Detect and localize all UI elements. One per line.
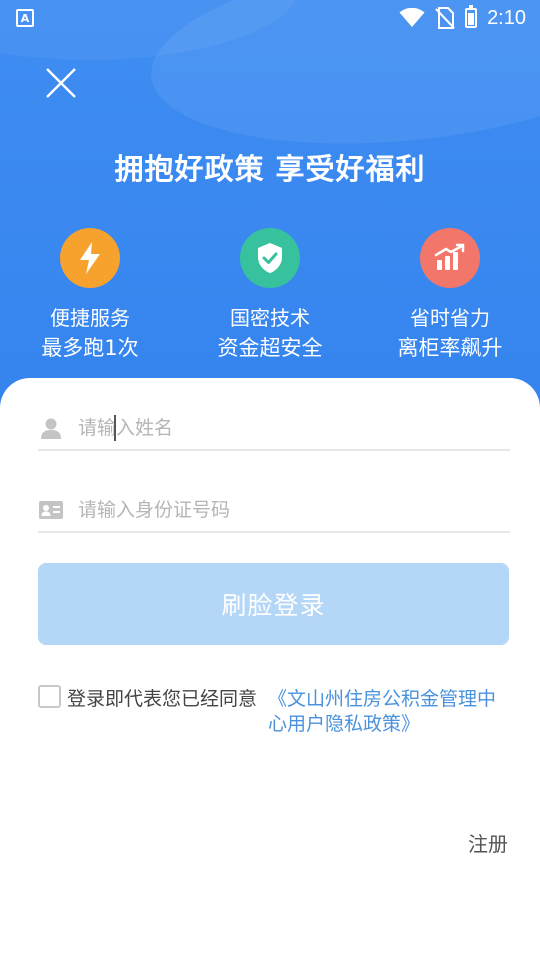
app-notification-icon: A xyxy=(16,9,34,27)
feature-icon-badge xyxy=(420,228,480,288)
id-field xyxy=(38,489,510,533)
id-card-icon xyxy=(38,497,64,523)
status-bar: A 2:10 xyxy=(0,0,540,36)
clock: 2:10 xyxy=(487,6,526,29)
name-input[interactable] xyxy=(78,417,478,439)
feature-icon-badge xyxy=(60,228,120,288)
id-number-input[interactable] xyxy=(78,499,478,521)
feature-subtitle: 最多跑1次 xyxy=(41,336,139,360)
feature-item-convenient: 便捷服务 最多跑1次 xyxy=(0,228,180,364)
battery-icon xyxy=(465,5,478,28)
face-login-button[interactable]: 刷脸登录 xyxy=(38,563,509,645)
close-icon xyxy=(46,68,76,98)
login-card: 刷脸登录 登录即代表您已经同意 《文山州住房公积金管理中 心用户隐私政策》 注册 xyxy=(0,378,540,960)
feature-icon-badge xyxy=(240,228,300,288)
hero-header: A 2:10 拥抱好政策 享受好福利 便捷服务 最多跑1次 国密技术 资金超安全… xyxy=(0,0,540,420)
feature-subtitle: 离柜率飙升 xyxy=(397,336,503,360)
close-button[interactable] xyxy=(40,62,82,104)
feature-item-efficiency: 省时省力 离柜率飙升 xyxy=(360,228,540,364)
name-field xyxy=(38,407,510,451)
text-cursor xyxy=(114,415,116,441)
privacy-policy-link-continued[interactable]: 心用户隐私政策》 xyxy=(268,709,420,736)
feature-item-security: 国密技术 资金超安全 xyxy=(180,228,360,364)
register-link[interactable]: 注册 xyxy=(468,828,508,857)
feature-title: 便捷服务 xyxy=(50,306,130,330)
no-sim-icon xyxy=(435,7,455,29)
lightning-icon xyxy=(80,242,100,274)
feature-title: 国密技术 xyxy=(230,306,310,330)
agreement-checkbox[interactable] xyxy=(38,685,61,708)
agreement-text: 登录即代表您已经同意 xyxy=(67,688,258,710)
wifi-icon xyxy=(399,8,425,27)
chart-growth-icon xyxy=(434,243,465,270)
page-slogan: 拥抱好政策 享受好福利 xyxy=(114,152,426,186)
shield-check-icon xyxy=(258,243,282,273)
privacy-policy-link[interactable]: 《文山州住房公积金管理中 xyxy=(268,684,496,711)
feature-title: 省时省力 xyxy=(410,306,490,330)
user-icon xyxy=(38,415,64,441)
feature-subtitle: 资金超安全 xyxy=(217,336,323,360)
